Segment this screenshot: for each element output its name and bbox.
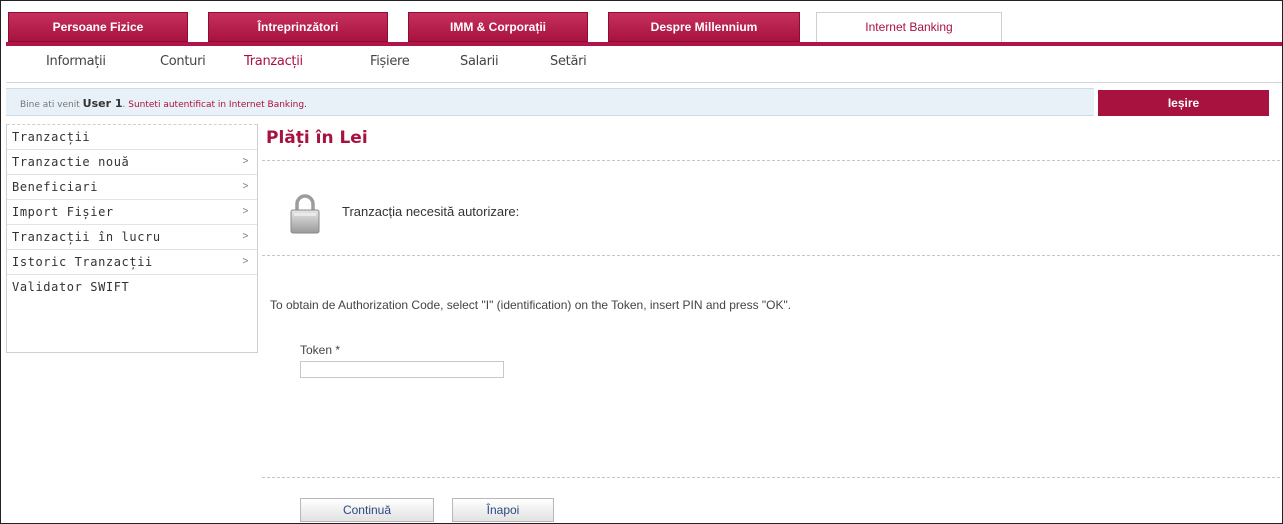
- back-button[interactable]: Înapoi: [452, 498, 554, 522]
- continue-button[interactable]: Continuă: [300, 498, 434, 522]
- sidebar-item-tranzactii-in-lucru[interactable]: Tranzacții în lucru >: [7, 224, 257, 249]
- subnav-tranzactii[interactable]: Tranzacții: [244, 54, 303, 69]
- welcome-message: Bine ati venit User 1. Sunteti autentifi…: [20, 97, 307, 110]
- sidebar-item-label: Import Fișier: [12, 205, 114, 219]
- subnav-rule: [6, 82, 1282, 83]
- sidebar-item-istoric-tranzactii[interactable]: Istoric Tranzacții >: [7, 249, 257, 274]
- sidebar-item-label: Tranzactie nouă: [12, 155, 130, 169]
- token-input[interactable]: [300, 361, 504, 378]
- subnav-fisiere[interactable]: Fișiere: [370, 54, 410, 69]
- tab-persoane-fizice[interactable]: Persoane Fizice: [8, 12, 188, 42]
- token-instructions: To obtain de Authorization Code, select …: [270, 298, 792, 312]
- chevron-right-icon: >: [242, 156, 249, 167]
- divider: [262, 255, 1280, 256]
- chevron-right-icon: >: [242, 181, 249, 192]
- tab-despre-millennium[interactable]: Despre Millennium: [608, 12, 800, 42]
- divider: [262, 160, 1280, 161]
- subnav-salarii[interactable]: Salarii: [460, 54, 499, 69]
- sidebar-item-label: Beneficiari: [12, 180, 99, 194]
- subnav-conturi[interactable]: Conturi: [160, 54, 206, 69]
- tab-intreprinzatori[interactable]: Întreprinzători: [208, 12, 388, 42]
- sidebar-header-label: Tranzacții: [12, 130, 91, 144]
- sidebar-header[interactable]: Tranzacții: [7, 124, 257, 149]
- lock-icon: [290, 194, 320, 234]
- sidebar-item-label: Istoric Tranzacții: [12, 255, 153, 269]
- sidebar-item-label: Tranzacții în lucru: [12, 230, 161, 244]
- tab-internet-banking[interactable]: Internet Banking: [816, 12, 1002, 43]
- user-name: User 1: [82, 97, 123, 110]
- auth-status: Sunteti autentificat in Internet Banking…: [128, 100, 307, 110]
- sidebar-item-tranzactie-noua[interactable]: Tranzactie nouă >: [7, 149, 257, 174]
- page-title: Plăți în Lei: [266, 128, 368, 148]
- tab-imm-corporatii[interactable]: IMM & Corporații: [408, 12, 588, 42]
- sidebar-item-import-fisier[interactable]: Import Fișier >: [7, 199, 257, 224]
- logout-button[interactable]: Ieșire: [1098, 90, 1269, 116]
- top-nav-rule: [6, 42, 1282, 46]
- sidebar-item-beneficiari[interactable]: Beneficiari >: [7, 174, 257, 199]
- sidebar-item-label: Validator SWIFT: [12, 280, 130, 294]
- welcome-bar: Bine ati venit User 1. Sunteti autentifi…: [6, 88, 1094, 116]
- sidebar-item-validator-swift[interactable]: Validator SWIFT: [7, 274, 257, 299]
- divider: [262, 477, 1280, 478]
- sub-nav: Informații Conturi Tranzacții Fișiere Sa…: [0, 54, 1283, 78]
- chevron-right-icon: >: [242, 206, 249, 217]
- authorization-message: Tranzacția necesită autorizare:: [342, 204, 520, 219]
- subnav-informatii[interactable]: Informații: [46, 54, 106, 69]
- token-label: Token *: [300, 343, 341, 357]
- subnav-setari[interactable]: Setări: [550, 54, 587, 69]
- welcome-prefix: Bine ati venit: [20, 100, 80, 110]
- chevron-right-icon: >: [242, 231, 249, 242]
- chevron-right-icon: >: [242, 256, 249, 267]
- sidebar: Tranzacții Tranzactie nouă > Beneficiari >…: [6, 124, 258, 353]
